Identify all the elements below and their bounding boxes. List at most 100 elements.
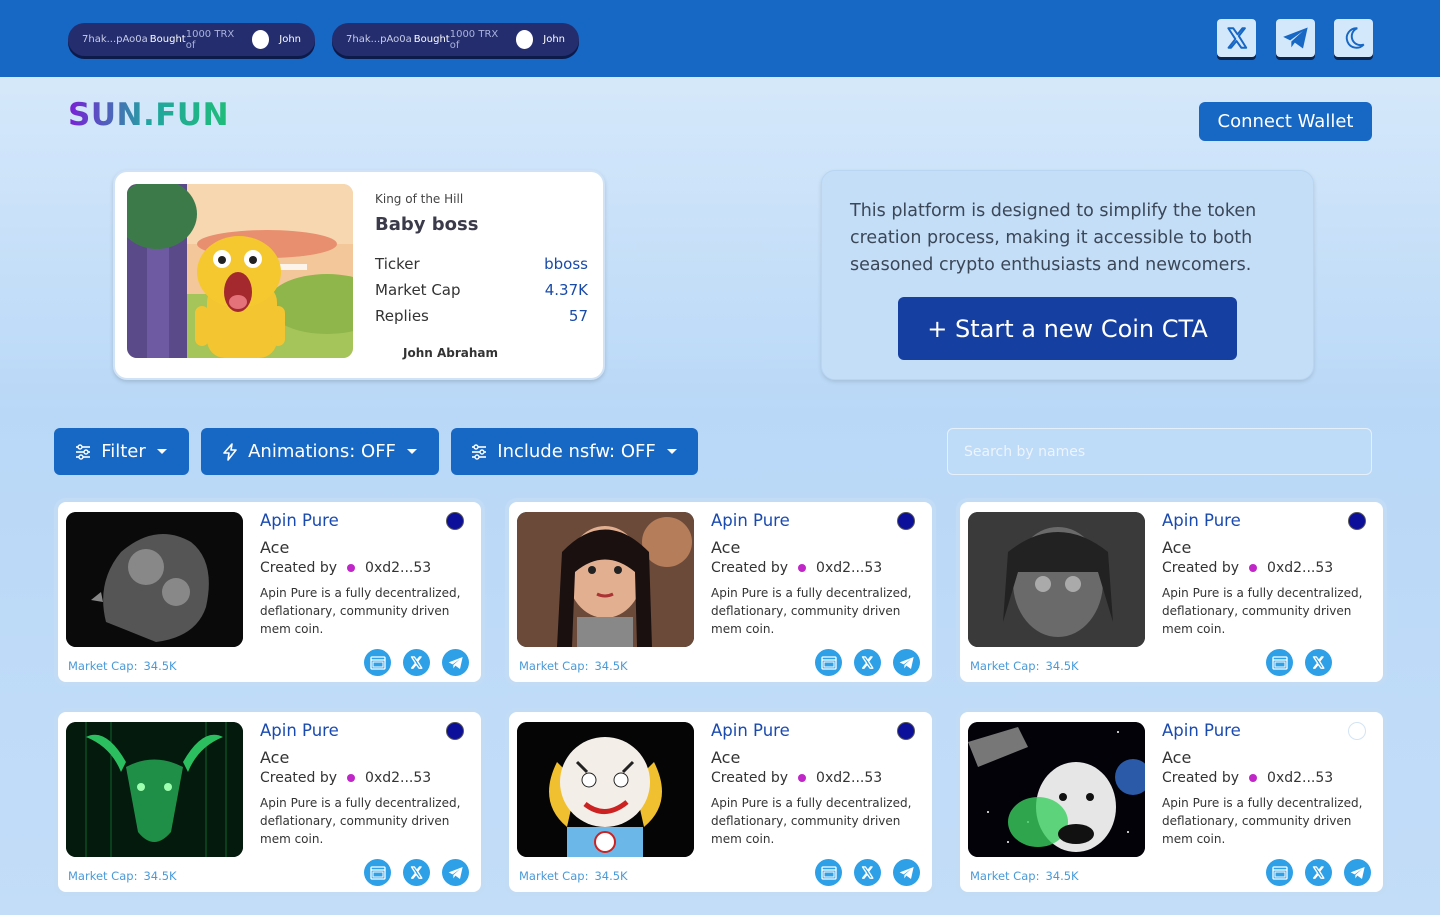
coin-card[interactable]: Apin Pure Ace Created by 0xd2...53 Apin …	[956, 708, 1387, 896]
coin-ticker: Ace	[260, 538, 290, 557]
top-bar: 7hak...pAo0a Bought 1000 TRX of John 7ha…	[0, 0, 1440, 77]
wallet-address: 7hak...pAo0a	[346, 34, 412, 45]
king-coin-name[interactable]: Baby boss	[375, 214, 478, 235]
market-cap-value: 34.5K	[594, 659, 628, 673]
action-label: Bought	[149, 34, 186, 45]
status-indicator	[1348, 722, 1366, 740]
creator-address[interactable]: 0xd2...53	[816, 770, 882, 786]
created-by-label: Created by	[1162, 560, 1240, 576]
sliders-icon	[76, 443, 91, 460]
website-icon	[1271, 865, 1288, 880]
telegram-link-button[interactable]	[893, 649, 920, 676]
activity-ticker-item[interactable]: 7hak...pAo0a Bought 1000 TRX of John	[332, 23, 579, 56]
x-link-button[interactable]	[854, 859, 881, 886]
coin-name[interactable]: Apin Pure	[1162, 721, 1241, 740]
start-new-coin-button[interactable]: + Start a new Coin CTA	[898, 297, 1237, 360]
telegram-link-button[interactable]	[442, 649, 469, 676]
telegram-link-button[interactable]	[442, 859, 469, 886]
status-indicator	[897, 722, 915, 740]
king-author[interactable]: John Abraham	[403, 346, 498, 360]
amount-label: 1000 TRX of	[449, 28, 499, 51]
website-icon	[1271, 655, 1288, 670]
coin-name[interactable]: Apin Pure	[711, 511, 790, 530]
telegram-link-button[interactable]	[1344, 859, 1371, 886]
creator-address[interactable]: 0xd2...53	[816, 560, 882, 576]
social-links	[1266, 649, 1332, 676]
x-link-button[interactable]	[1305, 859, 1332, 886]
telegram-social-button[interactable]	[1276, 19, 1315, 57]
amount-label: 1000 TRX of	[185, 28, 235, 51]
replies-label: Replies	[375, 307, 429, 325]
coin-description: Apin Pure is a fully decentralized, defl…	[711, 586, 912, 636]
search-input[interactable]	[947, 428, 1372, 475]
creator-row: Created by 0xd2...53	[1162, 560, 1333, 576]
nsfw-toggle-button[interactable]: Include nsfw: OFF	[451, 428, 698, 475]
website-icon	[369, 655, 386, 670]
status-indicator	[446, 722, 464, 740]
creator-address[interactable]: 0xd2...53	[1267, 560, 1333, 576]
market-cap-value: 34.5K	[1045, 869, 1079, 883]
market-cap-row: Market Cap 4.37K	[375, 281, 588, 299]
creator-address[interactable]: 0xd2...53	[1267, 770, 1333, 786]
market-cap-label: Market Cap:	[68, 659, 138, 673]
market-cap: Market Cap: 34.5K	[68, 869, 177, 883]
user-avatar	[515, 30, 534, 49]
platform-description: This platform is designed to simplify th…	[850, 201, 1257, 275]
website-link-button[interactable]	[364, 649, 391, 676]
coin-description: Apin Pure is a fully decentralized, defl…	[711, 796, 912, 846]
x-link-button[interactable]	[403, 649, 430, 676]
filter-label: Filter	[101, 441, 146, 462]
site-logo[interactable]: SUN.FUN	[68, 97, 229, 133]
coin-name[interactable]: Apin Pure	[1162, 511, 1241, 530]
connect-wallet-button[interactable]: Connect Wallet	[1199, 102, 1372, 141]
telegram-link-button[interactable]	[893, 859, 920, 886]
website-link-button[interactable]	[815, 859, 842, 886]
user-avatar	[251, 30, 270, 49]
market-cap-label: Market Cap	[375, 281, 461, 299]
coin-card[interactable]: Apin Pure Ace Created by 0xd2...53 Apin …	[505, 498, 936, 686]
creator-address[interactable]: 0xd2...53	[365, 770, 431, 786]
creator-dot	[1249, 564, 1258, 572]
website-link-button[interactable]	[1266, 649, 1293, 676]
market-cap: Market Cap: 34.5K	[970, 869, 1079, 883]
animations-toggle-button[interactable]: Animations: OFF	[201, 428, 439, 475]
coin-card[interactable]: Apin Pure Ace Created by 0xd2...53 Apin …	[54, 708, 485, 896]
animations-label: Animations: OFF	[248, 441, 396, 462]
coin-name[interactable]: Apin Pure	[260, 721, 339, 740]
king-of-the-hill-card[interactable]: King of the Hill Baby boss Ticker bboss …	[113, 170, 605, 380]
user-name: John	[279, 34, 301, 45]
website-link-button[interactable]	[364, 859, 391, 886]
x-link-button[interactable]	[403, 859, 430, 886]
market-cap: Market Cap: 34.5K	[68, 659, 177, 673]
telegram-icon	[448, 656, 463, 669]
market-cap-value: 34.5K	[594, 869, 628, 883]
coin-ticker: Ace	[711, 748, 741, 767]
market-cap-label: Market Cap:	[68, 869, 138, 883]
x-icon	[410, 656, 423, 669]
creator-row: Created by 0xd2...53	[260, 770, 431, 786]
created-by-label: Created by	[711, 560, 789, 576]
website-link-button[interactable]	[815, 649, 842, 676]
x-social-button[interactable]	[1217, 19, 1256, 57]
chevron-down-icon	[156, 448, 167, 454]
coin-card[interactable]: Apin Pure Ace Created by 0xd2...53 Apin …	[54, 498, 485, 686]
activity-ticker-item[interactable]: 7hak...pAo0a Bought 1000 TRX of John	[68, 23, 315, 56]
creator-address[interactable]: 0xd2...53	[365, 560, 431, 576]
replies-value: 57	[568, 307, 588, 325]
theme-toggle-button[interactable]	[1334, 19, 1373, 57]
coin-card[interactable]: Apin Pure Ace Created by 0xd2...53 Apin …	[956, 498, 1387, 686]
coin-name[interactable]: Apin Pure	[711, 721, 790, 740]
x-link-button[interactable]	[1305, 649, 1332, 676]
x-icon	[1312, 656, 1325, 669]
x-link-button[interactable]	[854, 649, 881, 676]
coin-card[interactable]: Apin Pure Ace Created by 0xd2...53 Apin …	[505, 708, 936, 896]
coin-image	[968, 722, 1145, 857]
coin-name[interactable]: Apin Pure	[260, 511, 339, 530]
filter-button[interactable]: Filter	[54, 428, 189, 475]
creator-row: Created by 0xd2...53	[260, 560, 431, 576]
king-label: King of the Hill	[375, 192, 464, 206]
creator-row: Created by 0xd2...53	[711, 770, 882, 786]
creator-dot	[1249, 774, 1258, 782]
market-cap-label: Market Cap:	[970, 659, 1040, 673]
website-link-button[interactable]	[1266, 859, 1293, 886]
